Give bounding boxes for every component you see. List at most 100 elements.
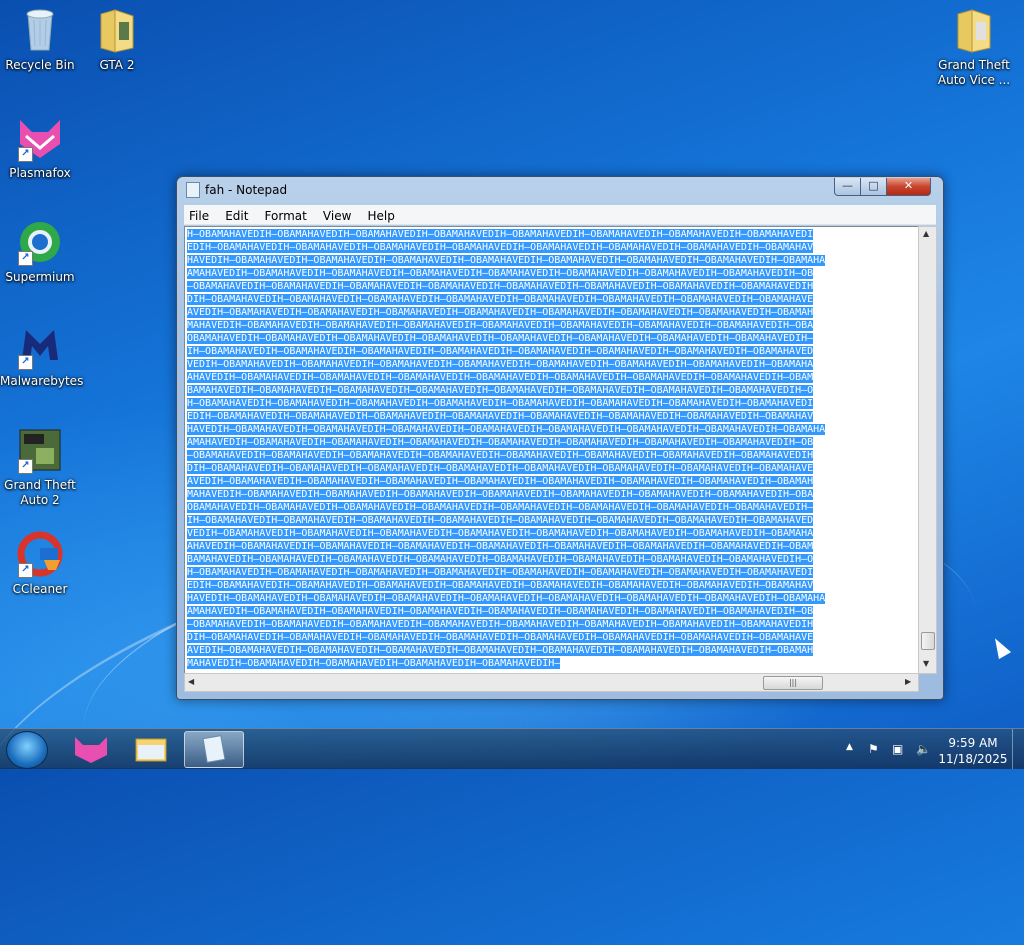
- selected-text: MAHAVEDIH–OBAMAHAVEDIH–OBAMAHAVEDIH–OBAM…: [187, 320, 814, 331]
- selected-text: MAHAVEDIH–OBAMAHAVEDIH–OBAMAHAVEDIH–OBAM…: [187, 658, 561, 669]
- selected-text: VEDIH–OBAMAHAVEDIH–OBAMAHAVEDIH–OBAMAHAV…: [187, 359, 814, 370]
- text-line: AMAHAVEDIH–OBAMAHAVEDIH–OBAMAHAVEDIH–OBA…: [187, 605, 918, 618]
- selected-text: EDIH–OBAMAHAVEDIH–OBAMAHAVEDIH–OBAMAHAVE…: [187, 580, 814, 591]
- shortcut-arrow-icon: ↗: [18, 147, 33, 162]
- text-line: DIH–OBAMAHAVEDIH–OBAMAHAVEDIH–OBAMAHAVED…: [187, 462, 918, 475]
- selected-text: IH–OBAMAHAVEDIH–OBAMAHAVEDIH–OBAMAHAVEDI…: [187, 346, 814, 357]
- text-line: HAVEDIH–OBAMAHAVEDIH–OBAMAHAVEDIH–OBAMAH…: [187, 592, 918, 605]
- desktop-icon-gta2-game[interactable]: ↗ Grand Theft Auto 2: [0, 426, 80, 508]
- desktop-icon-plasmafox[interactable]: ↗ Plasmafox: [0, 114, 80, 181]
- text-line: –OBAMAHAVEDIH–OBAMAHAVEDIH–OBAMAHAVEDIH–…: [187, 618, 918, 631]
- taskbar-notepad[interactable]: [184, 731, 244, 768]
- shortcut-arrow-icon: ↗: [18, 251, 33, 266]
- icon-label: Plasmafox: [9, 166, 71, 180]
- notepad-icon: [202, 735, 226, 763]
- text-line: OBAMAHAVEDIH–OBAMAHAVEDIH–OBAMAHAVEDIH–O…: [187, 332, 918, 345]
- desktop-icon-recycle-bin[interactable]: Recycle Bin: [0, 6, 80, 73]
- selected-text: IH–OBAMAHAVEDIH–OBAMAHAVEDIH–OBAMAHAVEDI…: [187, 515, 814, 526]
- text-line: –OBAMAHAVEDIH–OBAMAHAVEDIH–OBAMAHAVEDIH–…: [187, 449, 918, 462]
- text-line: H–OBAMAHAVEDIH–OBAMAHAVEDIH–OBAMAHAVEDIH…: [187, 566, 918, 579]
- text-line: EDIH–OBAMAHAVEDIH–OBAMAHAVEDIH–OBAMAHAVE…: [187, 241, 918, 254]
- shortcut-arrow-icon: ↗: [18, 459, 33, 474]
- selected-text: DIH–OBAMAHAVEDIH–OBAMAHAVEDIH–OBAMAHAVED…: [187, 294, 814, 305]
- text-line: –OBAMAHAVEDIH–OBAMAHAVEDIH–OBAMAHAVEDIH–…: [187, 280, 918, 293]
- file-explorer-icon: [135, 738, 167, 762]
- plasmafox-icon: [75, 737, 107, 763]
- plasmafox-icon: ↗: [16, 114, 64, 162]
- text-line: AMAHAVEDIH–OBAMAHAVEDIH–OBAMAHAVEDIH–OBA…: [187, 436, 918, 449]
- editor-text: H–OBAMAHAVEDIH–OBAMAHAVEDIH–OBAMAHAVEDIH…: [187, 228, 918, 670]
- text-line: AHAVEDIH–OBAMAHAVEDIH–OBAMAHAVEDIH–OBAMA…: [187, 540, 918, 553]
- menu-format[interactable]: Format: [260, 207, 313, 223]
- show-hidden-icons-arrow[interactable]: ▲: [846, 742, 853, 752]
- text-line: IH–OBAMAHAVEDIH–OBAMAHAVEDIH–OBAMAHAVEDI…: [187, 514, 918, 527]
- desktop-icon-gta2-folder[interactable]: GTA 2: [77, 6, 157, 73]
- selected-text: HAVEDIH–OBAMAHAVEDIH–OBAMAHAVEDIH–OBAMAH…: [187, 424, 826, 435]
- menu-view[interactable]: View: [318, 207, 357, 223]
- text-line: AVEDIH–OBAMAHAVEDIH–OBAMAHAVEDIH–OBAMAHA…: [187, 306, 918, 319]
- maximize-button[interactable]: □: [860, 178, 887, 196]
- text-line: AVEDIH–OBAMAHAVEDIH–OBAMAHAVEDIH–OBAMAHA…: [187, 475, 918, 488]
- desktop-icon-gta-vice-folder[interactable]: Grand Theft Auto Vice ...: [934, 6, 1014, 88]
- text-line: EDIH–OBAMAHAVEDIH–OBAMAHAVEDIH–OBAMAHAVE…: [187, 410, 918, 423]
- horizontal-scroll-thumb[interactable]: |||: [763, 676, 823, 690]
- window-title: fah - Notepad: [205, 183, 288, 197]
- scroll-up-arrow-icon[interactable]: ▲: [923, 229, 929, 238]
- menu-edit[interactable]: Edit: [220, 207, 254, 223]
- network-icon[interactable]: ▣: [892, 742, 903, 756]
- folder-icon: [950, 6, 998, 54]
- selected-text: HAVEDIH–OBAMAHAVEDIH–OBAMAHAVEDIH–OBAMAH…: [187, 593, 826, 604]
- minimize-button[interactable]: —: [834, 178, 861, 196]
- selected-text: EDIH–OBAMAHAVEDIH–OBAMAHAVEDIH–OBAMAHAVE…: [187, 411, 814, 422]
- icon-label: Malwarebytes: [0, 374, 84, 388]
- selected-text: AVEDIH–OBAMAHAVEDIH–OBAMAHAVEDIH–OBAMAHA…: [187, 476, 814, 487]
- icon-label: Grand Theft Auto 2: [4, 478, 76, 507]
- selected-text: AMAHAVEDIH–OBAMAHAVEDIH–OBAMAHAVEDIH–OBA…: [187, 606, 814, 617]
- desktop-icon-malwarebytes[interactable]: ↗ Malwarebytes: [0, 322, 84, 389]
- show-desktop-button[interactable]: [1012, 729, 1024, 769]
- notepad-window[interactable]: fah - Notepad — □ ✕ File Edit Format Vie…: [176, 176, 944, 700]
- ccleaner-icon: ↗: [16, 530, 64, 578]
- text-line: AHAVEDIH–OBAMAHAVEDIH–OBAMAHAVEDIH–OBAMA…: [187, 371, 918, 384]
- vertical-scroll-thumb[interactable]: [921, 632, 935, 650]
- desktop-icon-ccleaner[interactable]: ↗ CCleaner: [0, 530, 80, 597]
- taskbar-file-explorer[interactable]: [122, 731, 180, 766]
- vertical-scrollbar[interactable]: ▲ ▼: [918, 226, 937, 674]
- system-clock[interactable]: 9:59 AM 11/18/2025: [938, 735, 1008, 767]
- clock-date: 11/18/2025: [938, 752, 1008, 766]
- selected-text: MAHAVEDIH–OBAMAHAVEDIH–OBAMAHAVEDIH–OBAM…: [187, 489, 814, 500]
- selected-text: BAMAHAVEDIH–OBAMAHAVEDIH–OBAMAHAVEDIH–OB…: [187, 554, 814, 565]
- close-button[interactable]: ✕: [886, 178, 931, 196]
- text-line: DIH–OBAMAHAVEDIH–OBAMAHAVEDIH–OBAMAHAVED…: [187, 293, 918, 306]
- selected-text: H–OBAMAHAVEDIH–OBAMAHAVEDIH–OBAMAHAVEDIH…: [187, 229, 814, 240]
- selected-text: OBAMAHAVEDIH–OBAMAHAVEDIH–OBAMAHAVEDIH–O…: [187, 333, 814, 344]
- selected-text: EDIH–OBAMAHAVEDIH–OBAMAHAVEDIH–OBAMAHAVE…: [187, 242, 814, 253]
- menu-bar: File Edit Format View Help: [184, 205, 936, 225]
- taskbar-plasmafox[interactable]: [62, 731, 120, 766]
- icon-label: GTA 2: [99, 58, 135, 72]
- shortcut-arrow-icon: ↗: [18, 355, 33, 370]
- icon-label: Grand Theft Auto Vice ...: [937, 58, 1011, 87]
- action-center-flag-icon[interactable]: ⚑: [868, 742, 879, 756]
- volume-muted-icon[interactable]: 🔈: [916, 742, 931, 756]
- text-line: HAVEDIH–OBAMAHAVEDIH–OBAMAHAVEDIH–OBAMAH…: [187, 423, 918, 436]
- selected-text: AVEDIH–OBAMAHAVEDIH–OBAMAHAVEDIH–OBAMAHA…: [187, 307, 814, 318]
- selected-text: AMAHAVEDIH–OBAMAHAVEDIH–OBAMAHAVEDIH–OBA…: [187, 268, 814, 279]
- shortcut-arrow-icon: ↗: [18, 563, 33, 578]
- menu-file[interactable]: File: [184, 207, 215, 223]
- start-orb-icon[interactable]: [6, 731, 48, 769]
- horizontal-scrollbar[interactable]: ◀ ||| ▶: [184, 673, 919, 692]
- scroll-down-arrow-icon[interactable]: ▼: [923, 659, 929, 668]
- selected-text: H–OBAMAHAVEDIH–OBAMAHAVEDIH–OBAMAHAVEDIH…: [187, 398, 814, 409]
- scroll-left-arrow-icon[interactable]: ◀: [188, 677, 194, 686]
- selected-text: OBAMAHAVEDIH–OBAMAHAVEDIH–OBAMAHAVEDIH–O…: [187, 502, 814, 513]
- desktop-icon-supermium[interactable]: ↗ Supermium: [0, 218, 80, 285]
- text-line: DIH–OBAMAHAVEDIH–OBAMAHAVEDIH–OBAMAHAVED…: [187, 631, 918, 644]
- menu-help[interactable]: Help: [363, 207, 401, 223]
- text-editor-area[interactable]: H–OBAMAHAVEDIH–OBAMAHAVEDIH–OBAMAHAVEDIH…: [184, 226, 919, 674]
- icon-label: Recycle Bin: [5, 58, 75, 72]
- text-line: BAMAHAVEDIH–OBAMAHAVEDIH–OBAMAHAVEDIH–OB…: [187, 384, 918, 397]
- scroll-right-arrow-icon[interactable]: ▶: [905, 677, 911, 686]
- folder-icon: [93, 6, 141, 54]
- clock-time: 9:59 AM: [948, 736, 998, 750]
